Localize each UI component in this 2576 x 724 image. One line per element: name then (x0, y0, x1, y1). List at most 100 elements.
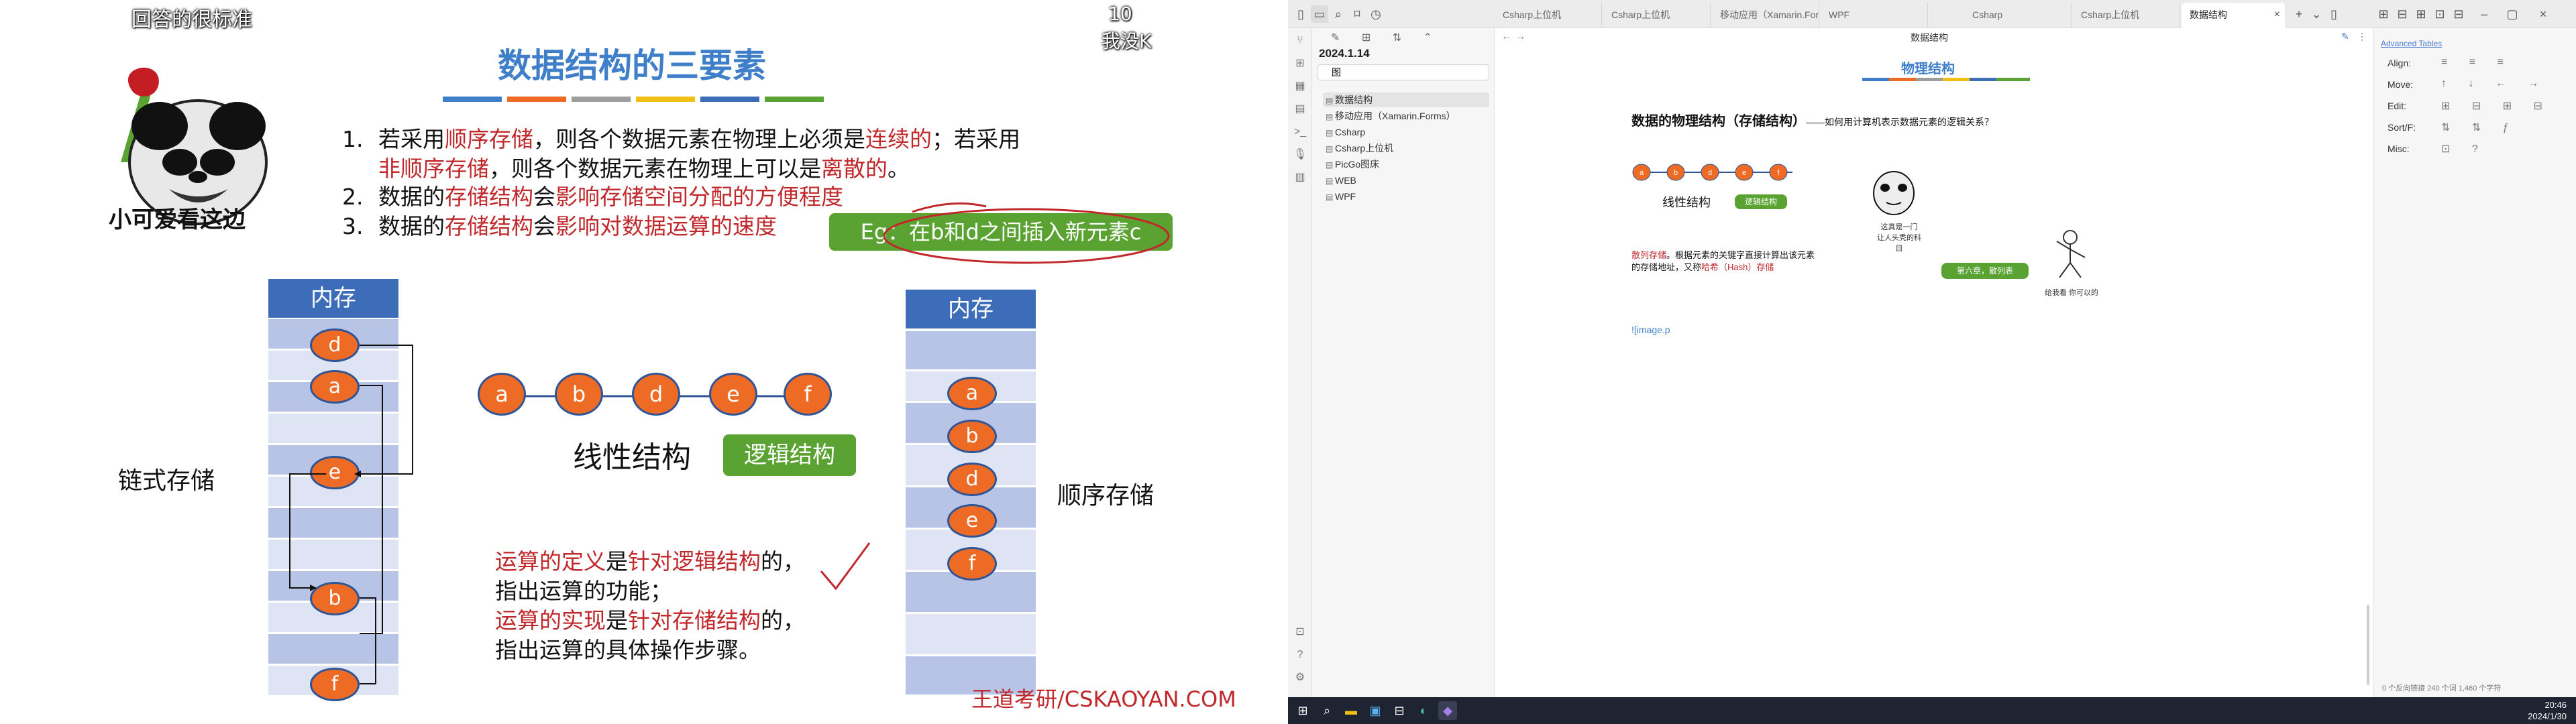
new-tab-icon[interactable]: + (2290, 5, 2308, 23)
calendar-icon[interactable]: ▦ (1291, 78, 1309, 95)
file-item-0[interactable]: ▤ 数据结构 (1323, 93, 1489, 107)
sidebar-toggle-icon[interactable]: ▯ (1292, 5, 1309, 23)
row-tool-icon[interactable]: ⊟ (2394, 5, 2411, 23)
file-item-3[interactable]: ▤ Csharp上位机 (1326, 141, 1393, 156)
clock-icon[interactable]: ◷ (1367, 5, 1385, 23)
minimize-icon[interactable]: – (2475, 5, 2493, 23)
file-item-5[interactable]: ▤ WEB (1326, 173, 1356, 188)
meme-image: 小可爱看这边 (80, 62, 290, 241)
danmaku-right-num: 10 (1108, 3, 1132, 25)
row-align-label: Align: (2387, 58, 2412, 68)
plugin-title[interactable]: Advanced Tables (2381, 39, 2442, 48)
close-icon[interactable]: × (2274, 3, 2280, 27)
meme-caption: 小可爱看这边 (109, 206, 246, 233)
linear-node-d: d (632, 373, 680, 416)
tool-icon-5[interactable]: ⊟ (2450, 5, 2467, 23)
title-bar-orange (507, 97, 566, 102)
tab-5[interactable]: Csharp (1964, 3, 2072, 28)
files-icon[interactable]: ▭ (1311, 5, 1328, 23)
explorer-toolbar[interactable]: ✎ ⊞ ⇅ ⌃ (1331, 31, 1442, 44)
edit-mode-icon[interactable]: ✎ (2341, 31, 2349, 42)
embedded-meme-caption: 这真是一门 让人头秃的科目 (1877, 223, 1921, 253)
file-explorer: ✎ ⊞ ⇅ ⌃ 2024.1.14 图 ▤ 数据结构 ▤ 移动应用（Xamarin.… (1312, 28, 1495, 697)
embedded-node-b: b (1674, 169, 1678, 177)
status-bar: 0 个反向链接 240 个词 1,460 个字符 (2382, 684, 2502, 692)
stick-figure-icon (2056, 230, 2086, 278)
tab-4[interactable]: WPF (1821, 3, 1928, 28)
seq-node-b: b (947, 420, 997, 453)
linked-pointers (289, 345, 413, 684)
maximize-icon[interactable]: ▢ (2504, 5, 2521, 23)
row-sort-label: Sort/F: (2387, 122, 2416, 133)
tab-1[interactable]: Csharp上位机 (1495, 3, 1602, 28)
windows-taskbar: ⊞ ⌕ ▬ ▣ ⊟ ◐ ◆ 20:46 2024/1/30 (1288, 697, 2576, 724)
sort-buttons[interactable]: ⇅ ⇅ ƒ (2441, 121, 2518, 134)
book-icon[interactable]: ▥ (1291, 169, 1309, 186)
graph-icon[interactable]: ⑂ (1291, 32, 1309, 50)
explorer-search[interactable]: 图 (1318, 64, 1489, 80)
settings-icon[interactable]: ⚙ (1291, 669, 1309, 686)
search-icon[interactable]: ⌕ (1330, 5, 1347, 23)
row-edit-label: Edit: (2387, 101, 2407, 111)
slide-footer: 王道考研/CSKAOYAN.COM (971, 686, 1236, 712)
check-mark (820, 542, 871, 591)
terminal-icon[interactable]: >_ (1291, 123, 1309, 141)
file-item-1[interactable]: ▤ 移动应用（Xamarin.Forms） (1326, 109, 1456, 123)
linked-storage-label: 链式存储 (118, 467, 215, 495)
title-bar: ▯ ▭ ⌕ ⌑ ◷ Csharp上位机 Csharp上位机 移动应用（Xamar… (1288, 0, 2576, 28)
help-icon[interactable]: ? (1291, 646, 1309, 664)
linear-node-b: b (555, 373, 603, 416)
seq-node-a: a (947, 377, 997, 410)
app-icon-2[interactable]: ⊟ (1390, 701, 1409, 720)
file-explorer-icon[interactable]: ▬ (1342, 701, 1360, 720)
app-icon-1[interactable]: ▣ (1366, 701, 1385, 720)
row-move-label: Move: (2387, 79, 2414, 90)
danmaku-left: 回答的很标准 (131, 8, 252, 32)
embedded-meme-icon (1873, 171, 1915, 215)
edit-buttons[interactable]: ⊞ ⊟ ⊞ ⊟ (2441, 99, 2552, 113)
editor-scrollbar[interactable] (2367, 605, 2369, 685)
sequential-storage-label: 顺序存储 (1057, 482, 1155, 509)
tab-6[interactable]: Csharp上位机 (2073, 3, 2180, 28)
window-close-icon[interactable]: × (2534, 5, 2552, 23)
taskbar-clock[interactable]: 20:46 2024/1/30 (2528, 699, 2567, 722)
editor-cursor-line[interactable]: ![image.p (1631, 324, 1670, 335)
obsidian-window: ▯ ▭ ⌕ ⌑ ◷ Csharp上位机 Csharp上位机 移动应用（Xamar… (1288, 0, 2576, 724)
embedded-linear-label: 线性结构 (1662, 196, 1711, 209)
vault-icon[interactable]: ⊡ (1291, 623, 1309, 641)
file-item-2[interactable]: ▤ Csharp (1326, 125, 1365, 139)
danmaku-right-text: 我没K (1102, 30, 1152, 52)
chevron-down-icon[interactable]: ⌄ (2308, 5, 2325, 23)
templates-icon[interactable]: ▤ (1291, 101, 1309, 118)
point-3: 3. 数据的存储结构会影响对数据运算的速度 (342, 213, 777, 239)
lecture-slide: 回答的很标准 10 我没K 小可爱看这边 数据结构的三要素 1. 若采用顺序存储… (0, 0, 1288, 724)
move-buttons[interactable]: ↑ ↓ ← → (2441, 78, 2548, 90)
edge-icon[interactable]: ◐ (1414, 701, 1433, 720)
linear-node-f: f (784, 373, 832, 416)
file-item-6[interactable]: ▤ WPF (1326, 189, 1356, 204)
col-tool-icon[interactable]: ⊞ (2412, 5, 2430, 23)
file-item-4[interactable]: ▤ PicGo图床 (1326, 157, 1379, 172)
tab-3[interactable]: 移动应用（Xamarin.Form... (1712, 3, 1819, 28)
seq-node-f: f (947, 547, 997, 581)
align-buttons[interactable]: ≡ ≡ ≡ (2441, 56, 2513, 68)
bookmark-icon[interactable]: ⌑ (1348, 5, 1366, 23)
tab-active[interactable]: 数据结构 × (2182, 3, 2286, 28)
start-icon[interactable]: ⊞ (1293, 701, 1312, 720)
nav-arrows[interactable]: ← → (1501, 31, 1525, 43)
taskbar-search-icon[interactable]: ⌕ (1318, 701, 1336, 720)
misc-buttons[interactable]: ⊡ ? (2441, 142, 2487, 156)
tab-2[interactable]: Csharp上位机 (1603, 3, 1711, 28)
tool-icon-4[interactable]: ⊡ (2431, 5, 2449, 23)
title-bar-green (765, 97, 824, 102)
panel-toggle-icon[interactable]: ▯ (2325, 5, 2343, 23)
more-icon[interactable]: ⋮ (2357, 31, 2367, 42)
title-bar-yellow (636, 97, 695, 102)
table-tool-icon[interactable]: ⊞ (2375, 5, 2392, 23)
audio-icon[interactable]: 🎙 (1291, 146, 1309, 164)
embedded-node-a: a (1640, 169, 1644, 177)
canvas-icon[interactable]: ⊞ (1291, 55, 1309, 72)
seq-node-e: e (947, 504, 997, 538)
obsidian-icon[interactable]: ◆ (1438, 701, 1457, 720)
embedded-heading: 数据的物理结构（存储结构）——如何用计算机表示数据元素的逻辑关系？ (1631, 114, 1994, 129)
